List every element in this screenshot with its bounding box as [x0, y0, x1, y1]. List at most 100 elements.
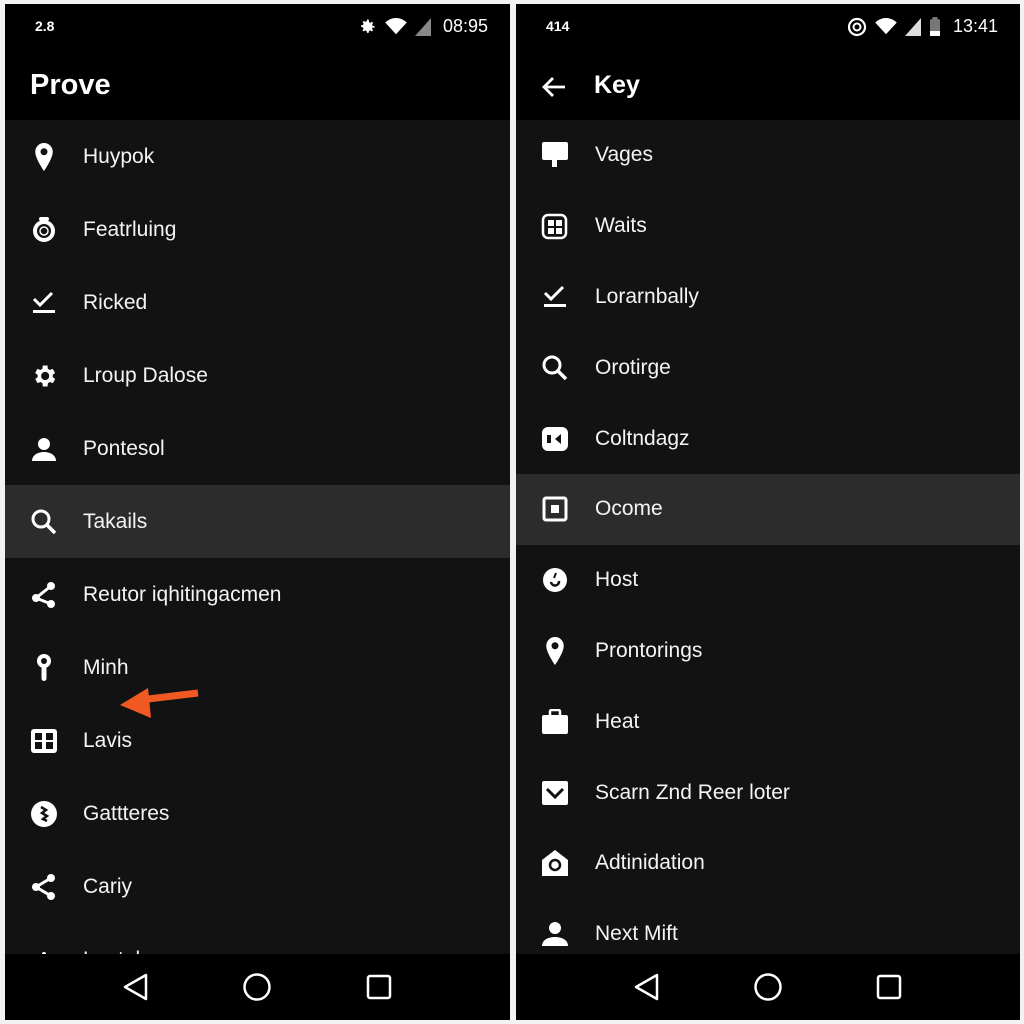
nav-recents-button[interactable] [871, 969, 907, 1005]
list-item[interactable]: Minh [5, 631, 510, 704]
orange-arrow-annotation [118, 687, 203, 722]
person-icon [29, 434, 59, 464]
list-item-label: Lavis [83, 728, 133, 752]
list-item[interactable]: Pontesol [5, 412, 510, 485]
location-pin-icon [540, 636, 570, 666]
app-bar: Key [516, 54, 1020, 120]
list-item[interactable]: Featrluing [5, 193, 510, 266]
list-item-label: Pontesol [83, 436, 165, 460]
list-item[interactable]: Cariy [5, 850, 510, 923]
status-left-text: 414 [546, 18, 570, 34]
list-item-label: Waits [595, 214, 647, 238]
list-item-selected[interactable]: Ocome [516, 473, 1020, 545]
menu-list: Vages Waits Lorarnbally Orotirge Coltnda… [516, 120, 1020, 954]
search-icon [29, 507, 59, 537]
list-item-label: Reutor iqhitingacmen [83, 582, 282, 606]
search-icon [540, 353, 570, 383]
list-item-label: Huypok [83, 144, 155, 168]
wifi-icon [875, 17, 897, 36]
navigation-bar [516, 954, 1020, 1020]
list-item[interactable]: Lautolas [5, 923, 510, 954]
list-item-label: Ricked [83, 290, 148, 314]
location-pin-icon [29, 142, 59, 172]
grid-card-icon [29, 726, 59, 756]
at-icon [847, 17, 867, 37]
list-item[interactable]: Scarn Znd Reer loter [516, 757, 1020, 828]
bar-icon [29, 945, 59, 954]
list-item-label: Vages [595, 143, 653, 167]
app-bar: Prove [5, 54, 510, 120]
circle-dot-icon [540, 565, 570, 595]
checkbox-icon [540, 778, 570, 808]
list-item-label: Scarn Znd Reer loter [595, 780, 790, 804]
back-arrow-button[interactable] [540, 73, 568, 101]
status-time: 08:95 [442, 16, 488, 36]
list-item-label: Minh [83, 655, 129, 679]
sign-icon [540, 140, 570, 170]
list-item-label: Next Mift [595, 922, 678, 946]
person-icon [540, 919, 570, 949]
list-item-label: Orotirge [595, 355, 671, 379]
home-icon [540, 848, 570, 878]
list-item[interactable]: Waits [516, 191, 1020, 262]
list-item[interactable]: Orotirge [516, 332, 1020, 403]
list-item[interactable]: Host [516, 545, 1020, 616]
status-time: 13:41 [952, 16, 998, 36]
list-item[interactable]: Gattteres [5, 777, 510, 850]
download-check-icon [29, 288, 59, 318]
gear-icon [29, 361, 59, 391]
list-item[interactable]: Ricked [5, 266, 510, 339]
list-item[interactable]: Coltndagz [516, 403, 1020, 474]
right-phone-screen: 414 13:41 Key Vages Waits Lorarnbally Or… [516, 4, 1020, 1020]
page-title: Key [594, 70, 640, 99]
list-item-label: Cariy [83, 874, 133, 898]
list-item-label: Coltndagz [595, 426, 690, 450]
list-item-label: Adtinidation [595, 851, 705, 875]
briefcase-icon [540, 707, 570, 737]
nav-back-button[interactable] [118, 969, 154, 1005]
list-item[interactable]: Next Mift [516, 899, 1020, 954]
list-item[interactable]: Vages [516, 120, 1020, 191]
status-bar: 414 13:41 [516, 4, 1020, 54]
key-pin-icon [29, 653, 59, 683]
signal-icon [904, 17, 921, 36]
menu-list: Huypok Featrluing Ricked Lroup Dalose Po… [5, 120, 510, 954]
nav-recents-button[interactable] [361, 969, 397, 1005]
list-item-label: Prontorings [595, 638, 703, 662]
list-item-selected[interactable]: Takails [5, 485, 510, 558]
square-target-icon [540, 494, 570, 524]
left-phone-screen: 2.8 08:95 Prove Huypok Featrluing Ricked… [5, 4, 510, 1020]
download-check-icon [540, 282, 570, 312]
signal-icon [414, 17, 431, 36]
badge-circle-icon [29, 799, 59, 829]
status-bar: 2.8 08:95 [5, 4, 510, 54]
list-item[interactable]: Lorarnbally [516, 262, 1020, 333]
media-icon [540, 424, 570, 454]
list-item-label: Takails [83, 509, 148, 533]
list-item-label: Ocome [595, 497, 663, 521]
list-item-label: Lroup Dalose [83, 363, 208, 387]
list-item-label: Lorarnbally [595, 284, 699, 308]
list-item-label: Gattteres [83, 801, 170, 825]
list-item[interactable]: Lavis [5, 704, 510, 777]
list-item[interactable]: Huypok [5, 120, 510, 193]
nav-home-button[interactable] [239, 969, 275, 1005]
share-icon [29, 872, 59, 902]
list-item[interactable]: Lroup Dalose [5, 339, 510, 412]
list-item-label: Heat [595, 709, 640, 733]
grid-box-icon [540, 211, 570, 241]
status-left-text: 2.8 [35, 18, 55, 34]
share-icon [29, 580, 59, 610]
settings-icon [357, 17, 377, 37]
list-item[interactable]: Heat [516, 686, 1020, 757]
battery-icon [929, 16, 941, 37]
list-item[interactable]: Reutor iqhitingacmen [5, 558, 510, 631]
list-item-label: Featrluing [83, 217, 177, 241]
list-item[interactable]: Adtinidation [516, 828, 1020, 899]
nav-back-button[interactable] [629, 969, 665, 1005]
page-title: Prove [30, 68, 111, 101]
camera-ring-icon [29, 215, 59, 245]
nav-home-button[interactable] [750, 969, 786, 1005]
list-item[interactable]: Prontorings [516, 616, 1020, 687]
navigation-bar [5, 954, 510, 1020]
